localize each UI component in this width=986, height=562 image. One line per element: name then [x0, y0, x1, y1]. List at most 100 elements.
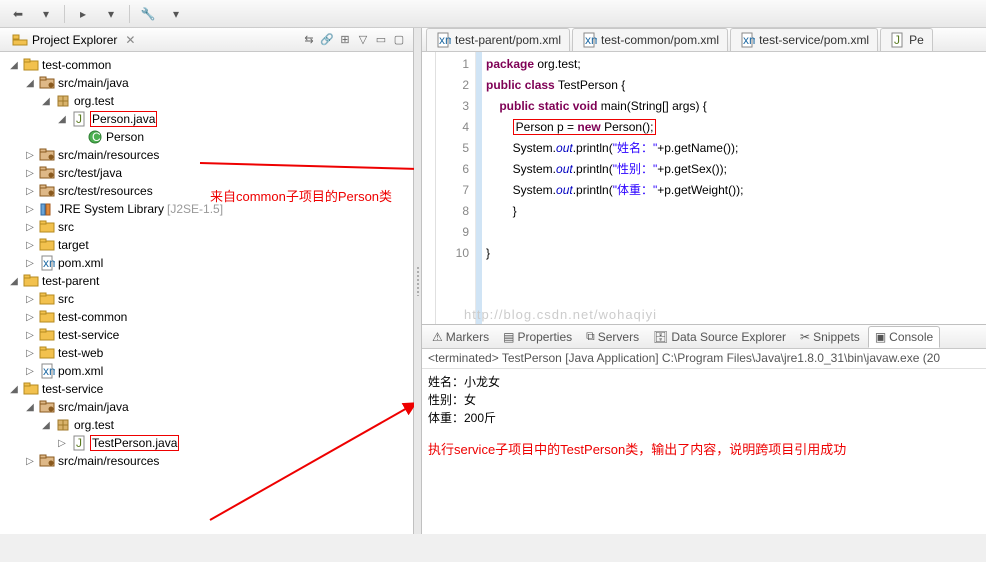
expand-icon[interactable]: ◢: [24, 77, 36, 89]
tree-item[interactable]: ◢JPerson.java: [54, 110, 159, 128]
tree-item[interactable]: ▷xmlpom.xml: [22, 362, 105, 380]
bottom-tab-console[interactable]: ▣Console: [868, 326, 940, 348]
tree-item[interactable]: ◢org.test: [38, 416, 116, 434]
expand-icon[interactable]: ◢: [8, 383, 20, 395]
expand-icon[interactable]: ▷: [24, 149, 36, 161]
close-icon[interactable]: ✕: [125, 33, 135, 47]
tree-item[interactable]: ▷target: [22, 236, 91, 254]
xml-icon: xml: [39, 363, 55, 379]
expand-icon[interactable]: ▷: [24, 329, 36, 341]
expand-icon[interactable]: [72, 131, 84, 143]
tree-item[interactable]: ◢src/main/java: [22, 398, 131, 416]
expand-icon[interactable]: ▷: [24, 455, 36, 467]
expand-icon[interactable]: ◢: [8, 275, 20, 287]
tree-project[interactable]: ◢test-service: [6, 380, 105, 398]
project-icon: [23, 273, 39, 289]
project-icon: [23, 381, 39, 397]
tree-item[interactable]: ▷JRE System Library [J2SE-1.5]: [22, 200, 225, 218]
expand-icon[interactable]: ◢: [24, 401, 36, 413]
tree-item[interactable]: ▷src/main/resources: [22, 146, 161, 164]
srcfolder-icon: [39, 75, 55, 91]
tree-project[interactable]: ◢test-parent: [6, 272, 101, 290]
toolbar-button[interactable]: ⬅: [6, 3, 30, 25]
bottom-tab-servers[interactable]: ⧉Servers: [580, 326, 645, 347]
view-tab-bar: Project Explorer ✕ ⇆ 🔗 ⊞ ▽ ▭ ▢: [0, 28, 413, 52]
code-editor[interactable]: 12345678910 package org.test; public cla…: [422, 52, 986, 324]
project-tree[interactable]: ◢test-common◢src/main/java◢org.test◢JPer…: [0, 52, 413, 534]
console-line: 姓名：小龙女: [428, 373, 980, 391]
toolbar-button[interactable]: ▾: [34, 3, 58, 25]
console-output[interactable]: 姓名：小龙女 性别：女 体重：200斤 执行service子项目中的TestPe…: [422, 369, 986, 534]
expand-icon[interactable]: ▷: [56, 437, 68, 449]
code-text[interactable]: package org.test; public class TestPerso…: [482, 52, 986, 324]
bottom-tab-data-source-explorer[interactable]: 🗄Data Source Explorer: [647, 327, 792, 347]
expand-icon[interactable]: ▷: [24, 347, 36, 359]
tree-item[interactable]: ▷test-common: [22, 308, 129, 326]
maximize-icon[interactable]: ▢: [391, 32, 407, 48]
expand-icon[interactable]: ▷: [24, 203, 36, 215]
line-number: 3: [436, 96, 475, 117]
expand-icon[interactable]: ▷: [24, 257, 36, 269]
expand-icon[interactable]: ▷: [24, 185, 36, 197]
svg-text:J: J: [894, 33, 900, 47]
main-toolbar: ⬅ ▾ ▸ ▾ 🔧 ▾: [0, 0, 986, 28]
tree-item[interactable]: ▷src/main/resources: [22, 452, 161, 470]
expand-icon[interactable]: ◢: [40, 95, 52, 107]
view-menu-icon[interactable]: ▽: [355, 32, 371, 48]
expand-icon[interactable]: ▷: [24, 365, 36, 377]
tree-item[interactable]: ▷xmlpom.xml: [22, 254, 105, 272]
editor-tab-label: Pe: [909, 33, 924, 47]
collapse-all-icon[interactable]: ⇆: [301, 32, 317, 48]
expand-icon[interactable]: ◢: [56, 113, 68, 125]
tree-item-label: TestPerson.java: [90, 435, 179, 451]
expand-icon[interactable]: ▷: [24, 221, 36, 233]
line-number: 2: [436, 75, 475, 96]
editor-tab[interactable]: xmltest-service/pom.xml: [730, 28, 878, 51]
tree-project[interactable]: ◢ test-common: [6, 56, 113, 74]
expand-icon[interactable]: ▷: [24, 311, 36, 323]
sash-vertical[interactable]: [414, 28, 422, 534]
view-icon: ✂: [800, 330, 810, 344]
focus-icon[interactable]: ⊞: [337, 32, 353, 48]
view-icon: ▤: [503, 330, 514, 344]
tree-item-label: Person: [106, 130, 144, 144]
cu-icon: J: [71, 111, 87, 127]
expand-icon[interactable]: ◢: [40, 419, 52, 431]
expand-icon[interactable]: ▷: [24, 293, 36, 305]
tree-project-label: test-common: [42, 58, 111, 72]
editor-tab[interactable]: xmltest-parent/pom.xml: [426, 28, 570, 51]
minimize-icon[interactable]: ▭: [373, 32, 389, 48]
line-number: 1: [436, 54, 475, 75]
tree-item[interactable]: CPerson: [70, 128, 146, 146]
bottom-tab-snippets[interactable]: ✂Snippets: [794, 327, 866, 347]
expand-icon[interactable]: ▷: [24, 239, 36, 251]
tree-item[interactable]: ◢org.test: [38, 92, 116, 110]
folder-icon: [39, 237, 55, 253]
editor-tab[interactable]: xmltest-common/pom.xml: [572, 28, 728, 51]
tree-item[interactable]: ▷src/test/java: [22, 164, 124, 182]
tree-item[interactable]: ▷src/test/resources: [22, 182, 155, 200]
expand-icon[interactable]: ▷: [24, 167, 36, 179]
navigator-icon: [12, 32, 28, 48]
editor-tab[interactable]: J Pe: [880, 28, 933, 51]
tree-item[interactable]: ▷JTestPerson.java: [54, 434, 181, 452]
bottom-tab-markers[interactable]: ⚠Markers: [426, 327, 495, 347]
toolbar-button[interactable]: 🔧: [136, 3, 160, 25]
view-tab-project-explorer[interactable]: Project Explorer ✕: [6, 30, 141, 50]
tree-item[interactable]: ▷test-service: [22, 326, 121, 344]
toolbar-button[interactable]: ▸: [71, 3, 95, 25]
bottom-tab-properties[interactable]: ▤Properties: [497, 327, 578, 347]
xml-icon: xml: [581, 32, 597, 48]
bottom-tab-bar: ⚠Markers▤Properties⧉Servers🗄Data Source …: [422, 325, 986, 349]
tree-item[interactable]: ▷src: [22, 290, 76, 308]
editor-tab-label: test-service/pom.xml: [759, 33, 869, 47]
srcfolder-icon: [39, 453, 55, 469]
tree-item[interactable]: ▷src: [22, 218, 76, 236]
toolbar-button[interactable]: ▾: [99, 3, 123, 25]
expand-icon[interactable]: ◢: [8, 59, 20, 71]
editor-area: xmltest-parent/pom.xmlxmltest-common/pom…: [422, 28, 986, 534]
link-editor-icon[interactable]: 🔗: [319, 32, 335, 48]
toolbar-button[interactable]: ▾: [164, 3, 188, 25]
tree-item[interactable]: ◢src/main/java: [22, 74, 131, 92]
tree-item[interactable]: ▷test-web: [22, 344, 105, 362]
